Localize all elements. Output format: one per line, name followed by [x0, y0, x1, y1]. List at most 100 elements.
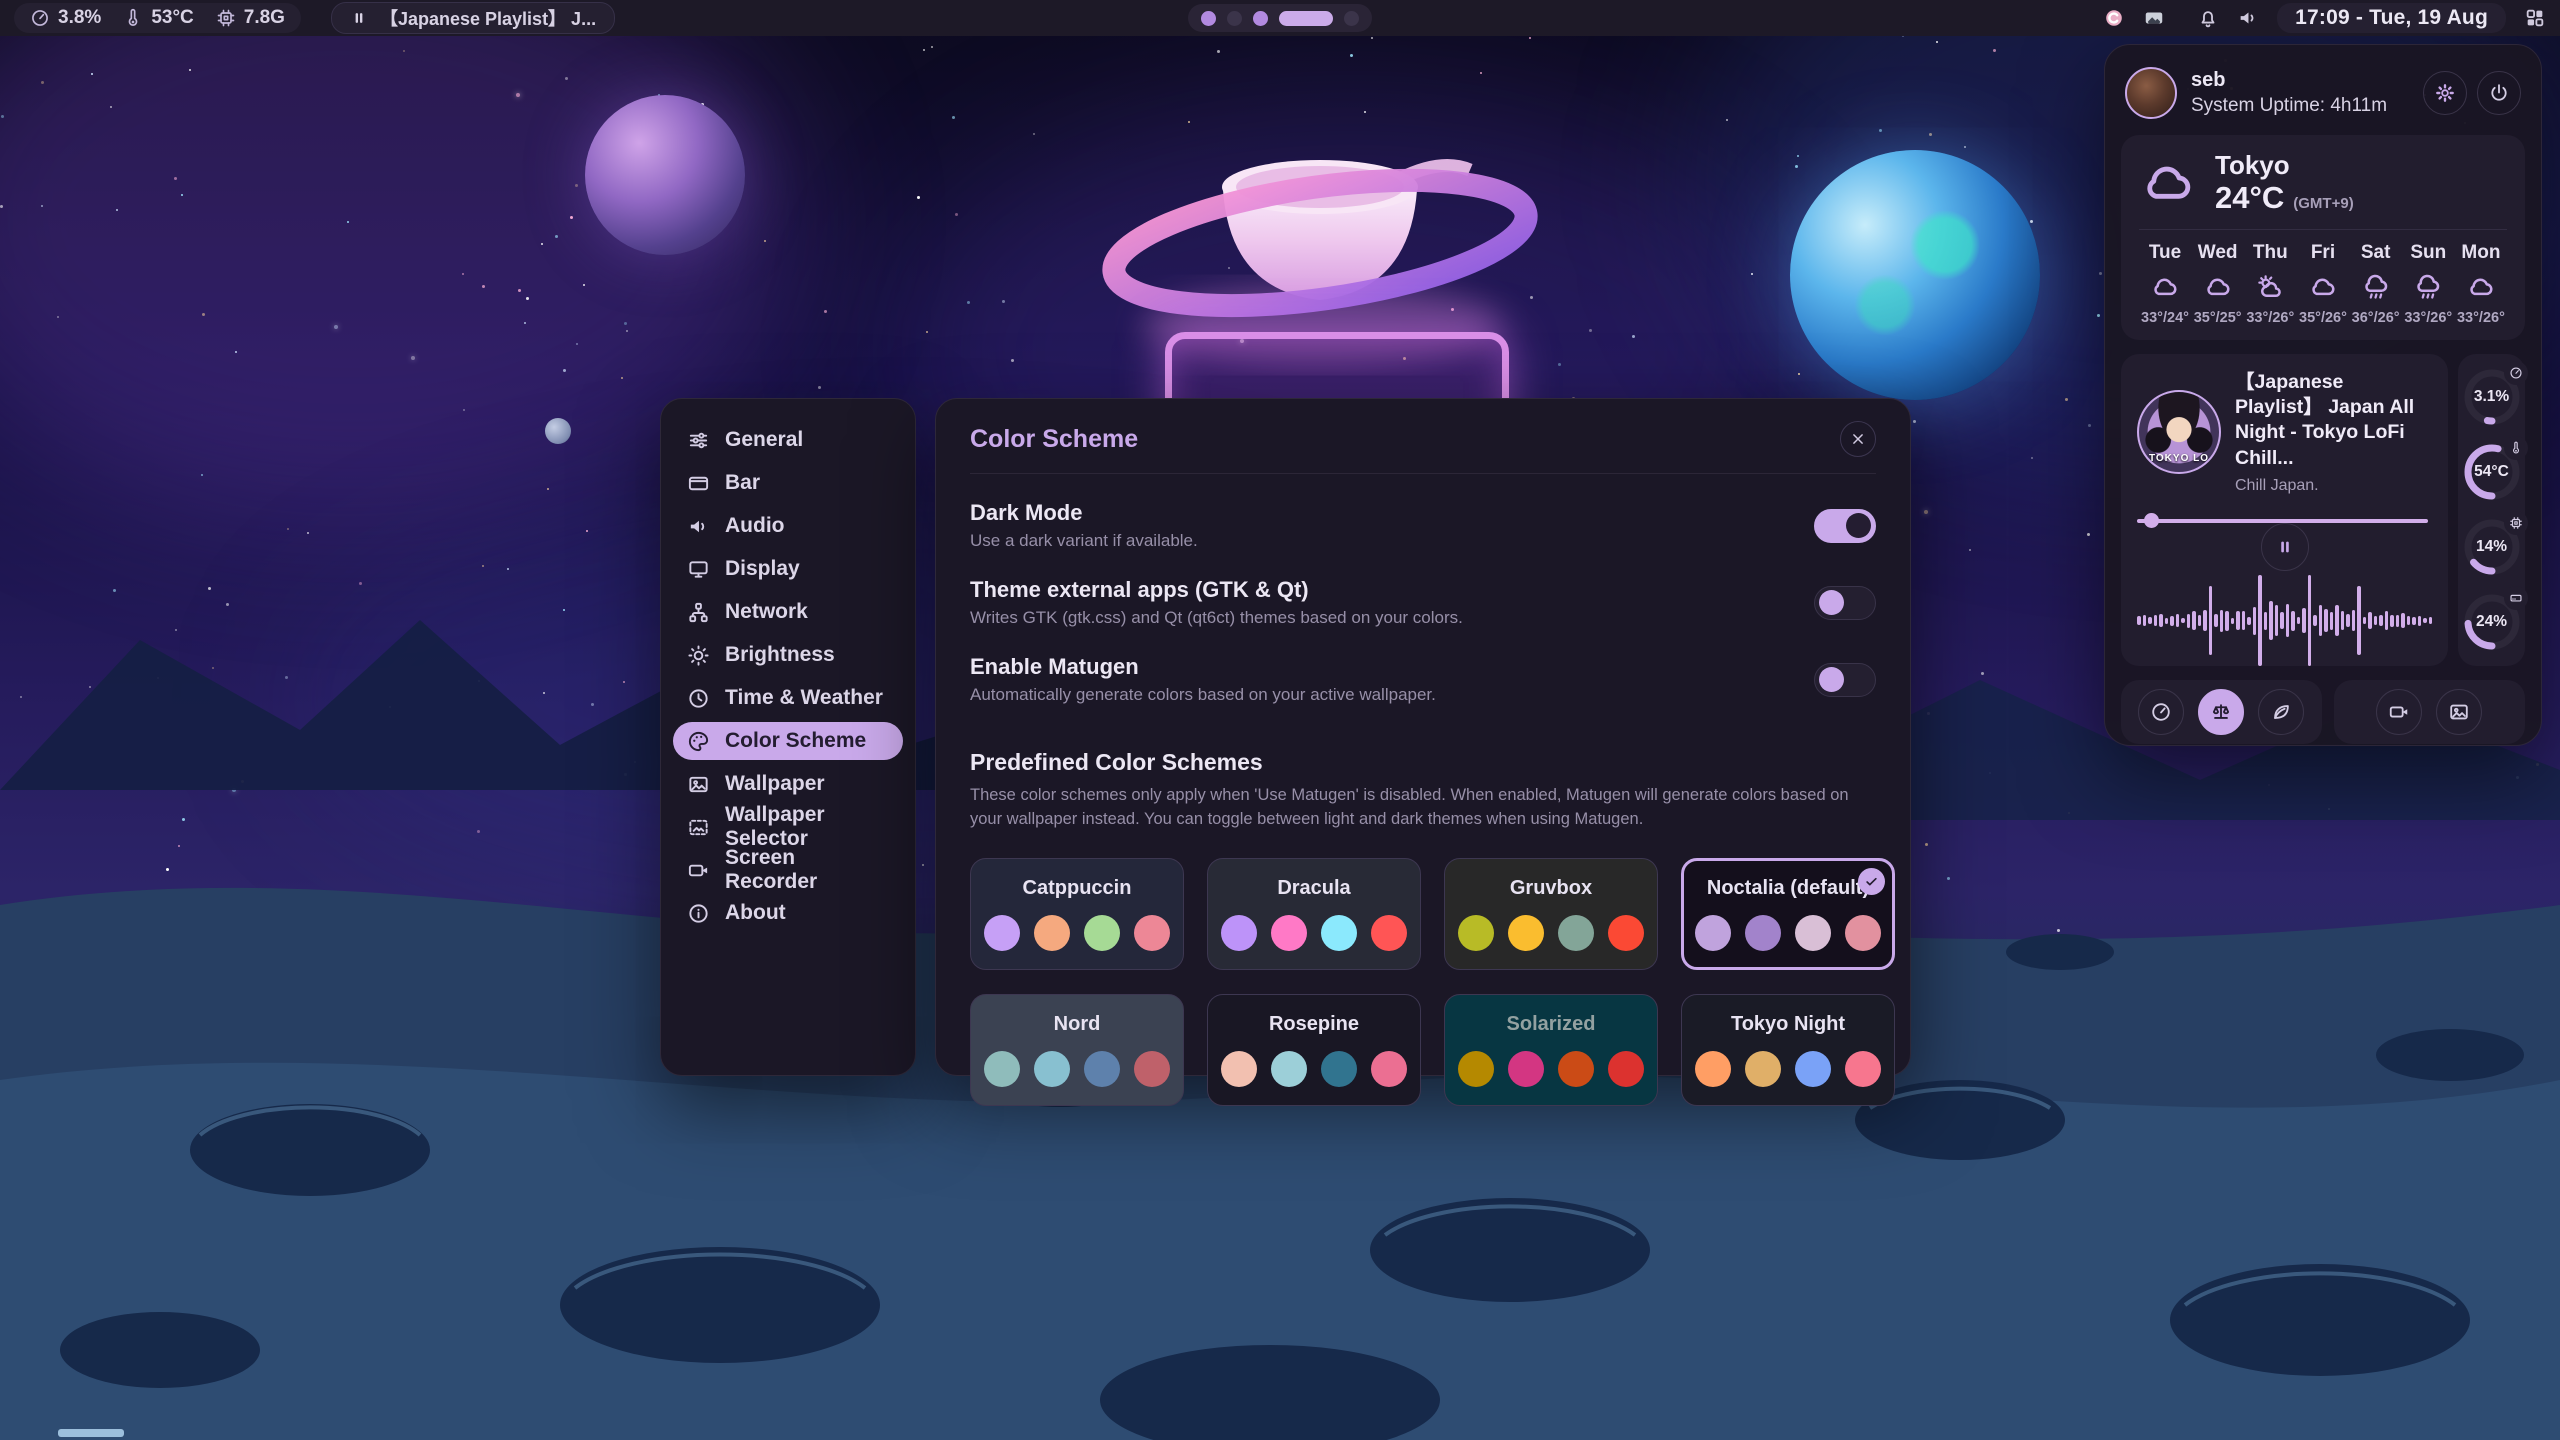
- visualizer-bar: [2368, 612, 2372, 630]
- workspace-dot-5[interactable]: [1344, 11, 1359, 26]
- power-button[interactable]: [2477, 71, 2521, 115]
- cloud-icon: [2203, 272, 2233, 302]
- tray-app-icon[interactable]: [2103, 7, 2125, 29]
- sidebar-item-general[interactable]: General: [673, 421, 903, 459]
- enable-matugen-toggle[interactable]: [1814, 663, 1876, 697]
- visualizer-bar: [2390, 615, 2394, 627]
- sidebar-item-wallpaper-selector[interactable]: Wallpaper Selector: [673, 808, 903, 846]
- close-button[interactable]: [1840, 421, 1876, 457]
- color-dot: [1745, 1051, 1781, 1087]
- visualizer-bar: [2159, 614, 2163, 626]
- sidebar-item-time-weather[interactable]: Time & Weather: [673, 679, 903, 717]
- theme-external-apps-toggle[interactable]: [1814, 586, 1876, 620]
- visualizer-bar: [2308, 575, 2312, 666]
- visualizer-bar: [2198, 615, 2202, 626]
- sidebar-item-audio[interactable]: Audio: [673, 507, 903, 545]
- forecast-day-thu: Thu33°/26°: [2244, 242, 2296, 326]
- scheme-name: Tokyo Night: [1731, 1013, 1845, 1036]
- speaker-icon[interactable]: [2237, 7, 2259, 29]
- scheme-name: Gruvbox: [1510, 877, 1592, 900]
- toggle-label: Theme external apps (GTK & Qt): [970, 577, 1463, 603]
- clock-icon: [687, 687, 710, 710]
- visualizer-bar: [2412, 617, 2416, 625]
- avatar[interactable]: [2125, 67, 2177, 119]
- profile-performance-button[interactable]: [2138, 689, 2184, 735]
- scheme-card-solarized[interactable]: Solarized: [1444, 994, 1658, 1106]
- scheme-card-catppuccin[interactable]: Catppuccin: [970, 858, 1184, 970]
- divider: [2139, 229, 2507, 230]
- bell-icon[interactable]: [2197, 7, 2219, 29]
- sidebar-item-network[interactable]: Network: [673, 593, 903, 631]
- visualizer-bar: [2313, 615, 2317, 627]
- visualizer-bar: [2165, 618, 2169, 624]
- workspace-dot-2[interactable]: [1227, 11, 1242, 26]
- sidebar-item-about[interactable]: About: [673, 894, 903, 932]
- play-pause-button[interactable]: [2261, 523, 2309, 571]
- media-pill[interactable]: 【Japanese Playlist】 J...: [331, 2, 615, 34]
- dark-mode-toggle[interactable]: [1814, 509, 1876, 543]
- speedometer-icon: [2509, 366, 2523, 380]
- forecast-temps: 35°/25°: [2194, 310, 2242, 326]
- color-dot: [1608, 915, 1644, 951]
- speedometer-icon: [30, 8, 50, 28]
- media-player-card: TOKYO LO 【Japanese Playlist】 Japan All N…: [2121, 354, 2448, 666]
- rain-icon: [2413, 272, 2443, 302]
- scheme-card-tokyo-night[interactable]: Tokyo Night: [1681, 994, 1895, 1106]
- toggle-description: Automatically generate colors based on y…: [970, 685, 1436, 705]
- sidebar-item-screen-recorder[interactable]: Screen Recorder: [673, 851, 903, 889]
- color-dot: [1134, 915, 1170, 951]
- forecast-day-label: Sat: [2361, 242, 2391, 264]
- scheme-color-dots: [1458, 915, 1644, 951]
- settings-button[interactable]: [2423, 71, 2467, 115]
- visualizer-bar: [2214, 614, 2218, 626]
- sidebar-item-label: Wallpaper Selector: [725, 803, 889, 851]
- workspace-indicator[interactable]: [1188, 4, 1372, 32]
- scales-icon: [2210, 701, 2232, 723]
- scheme-card-gruvbox[interactable]: Gruvbox: [1444, 858, 1658, 970]
- profile-power-saver-button[interactable]: [2258, 689, 2304, 735]
- forecast-day-wed: Wed35°/25°: [2192, 242, 2244, 326]
- workspace-dot-1[interactable]: [1201, 11, 1216, 26]
- wallpaper-button[interactable]: [2436, 689, 2482, 735]
- scheme-card-dracula[interactable]: Dracula: [1207, 858, 1421, 970]
- clock[interactable]: 17:09 - Tue, 19 Aug: [2277, 3, 2506, 33]
- sidebar-item-brightness[interactable]: Brightness: [673, 636, 903, 674]
- visualizer-bar: [2385, 611, 2389, 630]
- workspace-dot-4[interactable]: [1279, 11, 1333, 26]
- temperature-value: 53°C: [151, 7, 193, 29]
- profile-balanced-button[interactable]: [2198, 689, 2244, 735]
- sidebar-item-bar[interactable]: Bar: [673, 464, 903, 502]
- album-art[interactable]: TOKYO LO: [2137, 390, 2221, 474]
- overview-grid-icon[interactable]: [2524, 7, 2546, 29]
- color-dot: [1558, 1051, 1594, 1087]
- album-caption: TOKYO LO: [2139, 453, 2219, 464]
- gauge-badge: [2504, 361, 2528, 385]
- sidebar-item-display[interactable]: Display: [673, 550, 903, 588]
- settings-sidebar: General Bar Audio Display Network Brightness T…: [660, 398, 916, 1076]
- tray-image-icon[interactable]: [2143, 7, 2165, 29]
- color-dot: [1558, 915, 1594, 951]
- memory-value: 7.8G: [244, 7, 285, 29]
- dialog-header: Color Scheme: [970, 421, 1876, 474]
- gauge-thermometer: 54°C: [2460, 440, 2524, 504]
- temperature-stat: 53°C: [123, 7, 193, 29]
- sidebar-item-color-scheme[interactable]: Color Scheme: [673, 722, 903, 760]
- color-dot: [1458, 915, 1494, 951]
- scheme-card-rosepine[interactable]: Rosepine: [1207, 994, 1421, 1106]
- visualizer-bar: [2396, 615, 2400, 627]
- scheme-card-noctalia-default[interactable]: Noctalia (default): [1681, 858, 1895, 970]
- scheme-card-nord[interactable]: Nord: [970, 994, 1184, 1106]
- visualizer-bar: [2264, 612, 2268, 630]
- visualizer-bar: [2170, 616, 2174, 626]
- media-pill-label: 【Japanese Playlist】 J...: [380, 5, 596, 31]
- visualizer-bar: [2302, 608, 2306, 634]
- workspace-dot-3[interactable]: [1253, 11, 1268, 26]
- cpu-usage-value: 3.8%: [58, 7, 101, 29]
- scheme-name: Catppuccin: [1023, 877, 1132, 900]
- sidebar-item-wallpaper[interactable]: Wallpaper: [673, 765, 903, 803]
- scheme-name: Nord: [1054, 1013, 1101, 1036]
- bar-icon: [687, 472, 710, 495]
- visualizer-bar: [2203, 610, 2207, 632]
- color-dot: [1034, 915, 1070, 951]
- screen-recorder-button[interactable]: [2376, 689, 2422, 735]
